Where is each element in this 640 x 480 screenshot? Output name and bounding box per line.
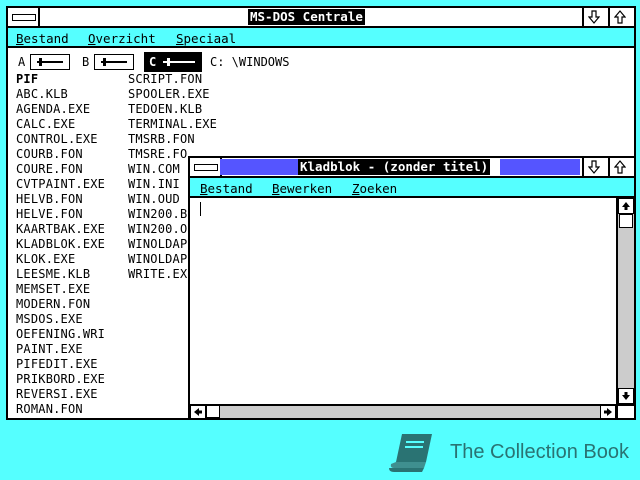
file-list-item[interactable]: WIN.INI	[128, 177, 180, 192]
drive-b-button[interactable]	[94, 54, 134, 70]
file-list-item[interactable]: TMSRE.FO	[128, 147, 187, 162]
file-list-item[interactable]: PIFEDIT.EXE	[16, 357, 98, 372]
file-list-item[interactable]: TMSRB.FON	[128, 132, 195, 147]
menu-bestand[interactable]: Bestand	[16, 31, 69, 46]
kladblok-titlebar[interactable]: Kladblok - (zonder titel)	[190, 158, 634, 178]
file-list-item[interactable]: WIN.OUD	[128, 192, 180, 207]
scroll-up-icon	[622, 202, 630, 210]
branding-text: The Collection Book	[450, 440, 629, 463]
system-menu-icon	[194, 164, 218, 171]
arrow-down-icon	[588, 160, 600, 174]
file-list-item[interactable]: KAARTBAK.EXE	[16, 222, 105, 237]
main-window-title: MS-DOS Centrale	[248, 9, 365, 25]
file-list-item[interactable]: WINOLDAP	[128, 252, 187, 267]
vertical-scrollbar[interactable]	[616, 198, 634, 404]
kladblok-menu-bestand[interactable]: Bestand	[200, 181, 253, 196]
file-list-item[interactable]: MSDOS.EXE	[16, 312, 83, 327]
file-list-item[interactable]: ROMAN.FON	[16, 402, 83, 417]
file-list-item[interactable]: CONTROL.EXE	[16, 132, 98, 147]
file-list-item[interactable]: TERMINAL.EXE	[128, 117, 217, 132]
kladblok-system-menu-button[interactable]	[190, 158, 222, 176]
system-menu-icon	[12, 14, 36, 21]
main-maximize-button[interactable]	[608, 8, 630, 26]
main-menubar: Bestand Overzicht Speciaal	[8, 28, 634, 48]
main-system-menu-button[interactable]	[8, 8, 40, 26]
arrow-up-icon	[614, 10, 626, 24]
watermark-branding: The Collection Book	[388, 430, 629, 474]
scroll-down-button[interactable]	[618, 388, 634, 404]
file-list-item[interactable]: HELVB.FON	[16, 192, 83, 207]
scroll-left-button[interactable]	[190, 405, 206, 419]
file-list-item[interactable]: CVTPAINT.EXE	[16, 177, 105, 192]
main-minimize-button[interactable]	[582, 8, 604, 26]
kladblok-window-title: Kladblok - (zonder titel)	[298, 159, 491, 175]
arrow-up-icon	[614, 160, 626, 174]
file-list-item[interactable]: ABC.KLB	[16, 87, 68, 102]
file-list-item[interactable]: PAINT.EXE	[16, 342, 83, 357]
drive-b-label: B	[82, 55, 90, 69]
file-list-item[interactable]: LEESME.KLB	[16, 267, 90, 282]
book-icon	[389, 434, 432, 472]
file-list-item[interactable]: SPOOLER.EXE	[128, 87, 210, 102]
drive-c-button[interactable]: C	[144, 52, 202, 72]
file-list-item[interactable]: WINOLDAP	[128, 237, 187, 252]
kladblok-title-fill-right	[500, 159, 580, 175]
scroll-down-icon	[622, 392, 630, 400]
scroll-up-button[interactable]	[618, 198, 634, 214]
file-list-item[interactable]: OEFENING.WRI	[16, 327, 105, 342]
file-list-item[interactable]: CALC.EXE	[16, 117, 75, 132]
kladblok-menu-zoeken[interactable]: Zoeken	[352, 181, 397, 196]
file-list-item[interactable]: SCRIPT.FON	[128, 72, 202, 87]
main-titlebar[interactable]: MS-DOS Centrale	[8, 8, 634, 28]
vertical-scroll-thumb[interactable]	[619, 214, 633, 228]
text-cursor	[200, 202, 201, 216]
file-list-item[interactable]: WRITE.EX	[128, 267, 187, 282]
current-path: C: \WINDOWS	[210, 55, 290, 69]
kladblok-menu-bewerken[interactable]: Bewerken	[272, 181, 332, 196]
file-list-item[interactable]: COURB.FON	[16, 147, 83, 162]
file-list-item[interactable]: KLOK.EXE	[16, 252, 75, 267]
file-list-item[interactable]: WIN200.B	[128, 207, 187, 222]
scroll-left-icon	[194, 408, 202, 416]
file-list-item[interactable]: REVERSI.EXE	[16, 387, 98, 402]
horizontal-scroll-thumb[interactable]	[206, 405, 220, 418]
kladblok-window: Kladblok - (zonder titel) Bestand Bewerk…	[188, 156, 636, 420]
drive-a-button[interactable]	[30, 54, 70, 70]
file-list-item[interactable]: AGENDA.EXE	[16, 102, 90, 117]
kladblok-maximize-button[interactable]	[608, 158, 630, 176]
kladblok-text-area[interactable]	[190, 198, 616, 404]
kladblok-menubar: Bestand Bewerken Zoeken	[190, 178, 634, 198]
file-list-item[interactable]: MEMSET.EXE	[16, 282, 90, 297]
file-list-item[interactable]: WIN.COM	[128, 162, 180, 177]
file-list-item[interactable]: MODERN.FON	[16, 297, 90, 312]
file-list-item[interactable]: KLADBLOK.EXE	[16, 237, 105, 252]
scroll-right-button[interactable]	[600, 405, 616, 419]
file-list-item[interactable]: COURE.FON	[16, 162, 83, 177]
file-list-item[interactable]: TEDOEN.KLB	[128, 102, 202, 117]
file-list-item[interactable]: WIN200.O	[128, 222, 187, 237]
drive-a-label: A	[18, 55, 26, 69]
horizontal-scrollbar[interactable]	[190, 404, 616, 419]
drive-c-label: C	[149, 55, 157, 69]
file-list-item[interactable]: HELVE.FON	[16, 207, 83, 222]
kladblok-minimize-button[interactable]	[582, 158, 604, 176]
file-list-item[interactable]: PIF	[16, 72, 38, 87]
kladblok-title-fill-left	[220, 159, 298, 175]
menu-overzicht[interactable]: Overzicht	[88, 31, 156, 46]
file-list-item[interactable]: PRIKBORD.EXE	[16, 372, 105, 387]
scroll-right-icon	[604, 408, 612, 416]
size-box	[616, 404, 634, 418]
arrow-down-icon	[588, 10, 600, 24]
menu-speciaal[interactable]: Speciaal	[176, 31, 236, 46]
